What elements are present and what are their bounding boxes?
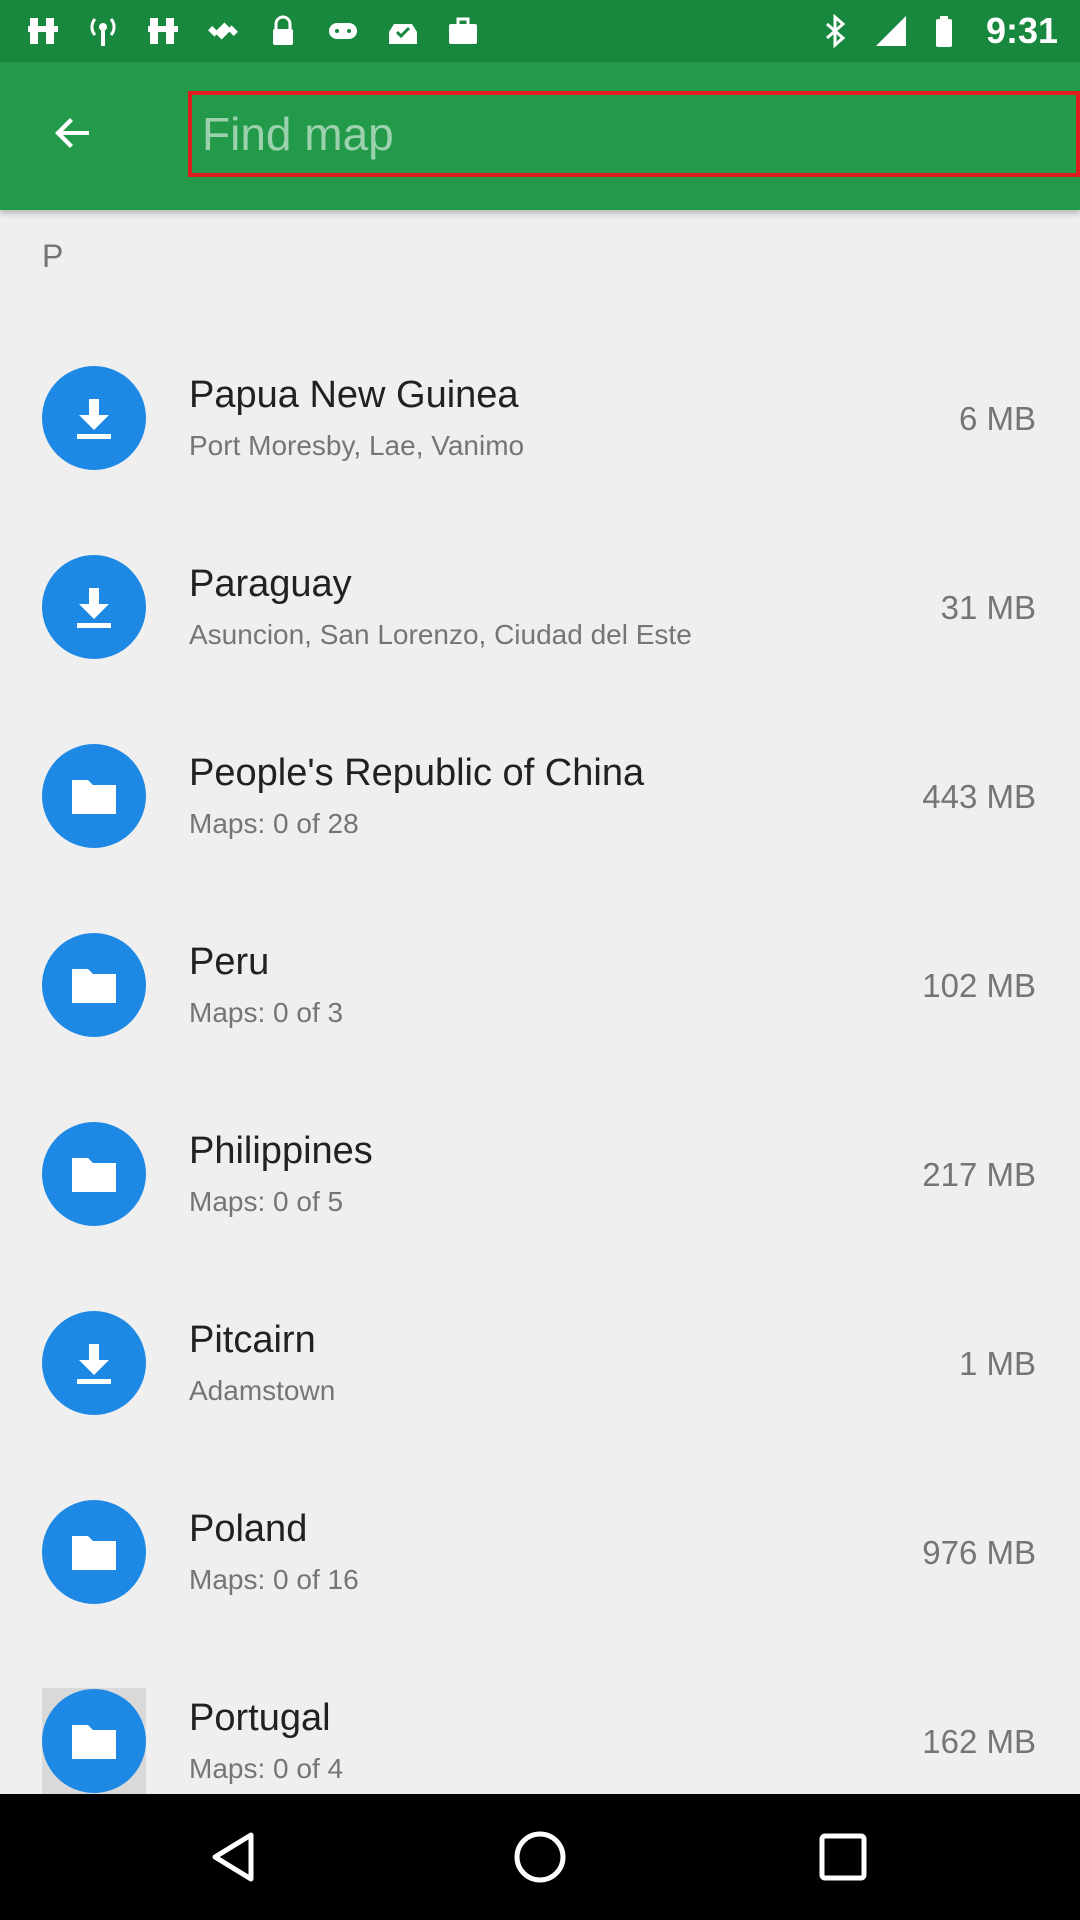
folder-badge [42,1500,146,1604]
folder-icon [72,1725,116,1759]
item-size: 1 MB [958,1345,1036,1382]
home-circle-icon [514,1831,566,1883]
nav-recents-button[interactable] [808,1822,878,1892]
broadcast-icon [86,14,120,48]
list-item[interactable]: Peru Maps: 0 of 3 102 MB [0,891,1080,1080]
item-subtitle: Maps: 0 of 4 [189,1753,344,1784]
item-size: 6 MB [958,400,1036,437]
arrow-back-icon [55,118,89,148]
item-name: Poland [189,1508,308,1550]
fake-gps-icon [206,14,240,48]
status-time: 9:31 [985,10,1058,51]
folder-badge [42,744,146,848]
signal-icon [874,14,908,48]
item-subtitle: Adamstown [189,1375,336,1406]
item-name: Papua New Guinea [189,374,519,416]
item-subtitle: Maps: 0 of 16 [189,1564,359,1595]
download-button[interactable] [42,1311,146,1415]
download-icon [77,588,111,628]
item-name: Paraguay [189,563,352,605]
status-notification-icons [0,14,480,48]
hash-icon [26,14,60,48]
folder-icon [72,1536,116,1570]
download-button[interactable] [42,555,146,659]
gamepad-icon [326,14,360,48]
bluetooth-icon [818,14,852,48]
section-header-letter: P [42,238,64,274]
item-size: 443 MB [922,778,1036,815]
item-name: Portugal [189,1697,331,1739]
list-item[interactable]: People's Republic of China Maps: 0 of 28… [0,702,1080,891]
app-bar [0,62,1080,210]
folder-icon [72,1158,116,1192]
briefcase-icon [446,14,480,48]
item-size: 31 MB [940,589,1036,626]
search-box[interactable] [188,91,1080,177]
lock-icon [266,14,300,48]
hash-icon [146,14,180,48]
nav-back-button[interactable] [200,1822,270,1892]
battery-icon [930,14,964,48]
list-item[interactable]: Papua New Guinea Port Moresby, Lae, Vani… [0,324,1080,513]
item-name: Philippines [189,1130,373,1172]
item-name: Peru [189,941,270,983]
inbox-check-icon [386,14,420,48]
folder-icon [72,969,116,1003]
folder-badge [42,933,146,1037]
list-item[interactable]: Pitcairn Adamstown 1 MB [0,1269,1080,1458]
folder-badge [42,1122,146,1226]
download-icon [77,1344,111,1384]
download-icon [77,399,111,439]
folder-badge [42,1689,146,1793]
item-name: People's Republic of China [189,752,645,794]
recents-square-icon [819,1833,867,1881]
list-item[interactable]: Philippines Maps: 0 of 5 217 MB [0,1080,1080,1269]
system-nav-bar [0,1794,1080,1920]
item-subtitle: Maps: 0 of 28 [189,808,359,839]
item-size: 217 MB [922,1156,1036,1193]
status-system-icons: 9:31 [818,0,1058,62]
item-subtitle: Asuncion, San Lorenzo, Ciudad del Este [189,619,692,650]
folder-icon [72,780,116,814]
item-size: 976 MB [922,1534,1036,1571]
item-subtitle: Maps: 0 of 5 [189,1186,344,1217]
nav-home-button[interactable] [505,1822,575,1892]
list-item[interactable]: Poland Maps: 0 of 16 976 MB [0,1458,1080,1647]
item-size: 102 MB [922,967,1036,1004]
country-list: Papua New Guinea Port Moresby, Lae, Vani… [0,324,1080,1836]
item-subtitle: Port Moresby, Lae, Vanimo [189,430,525,461]
download-button[interactable] [42,366,146,470]
item-subtitle: Maps: 0 of 3 [189,997,344,1028]
list-item[interactable]: Paraguay Asuncion, San Lorenzo, Ciudad d… [0,513,1080,702]
status-bar: 9:31 [0,0,1080,62]
back-triangle-icon [212,1832,254,1882]
item-name: Pitcairn [189,1319,316,1361]
item-size: 162 MB [922,1723,1036,1760]
back-button[interactable] [38,98,108,168]
search-input[interactable] [192,95,1076,173]
